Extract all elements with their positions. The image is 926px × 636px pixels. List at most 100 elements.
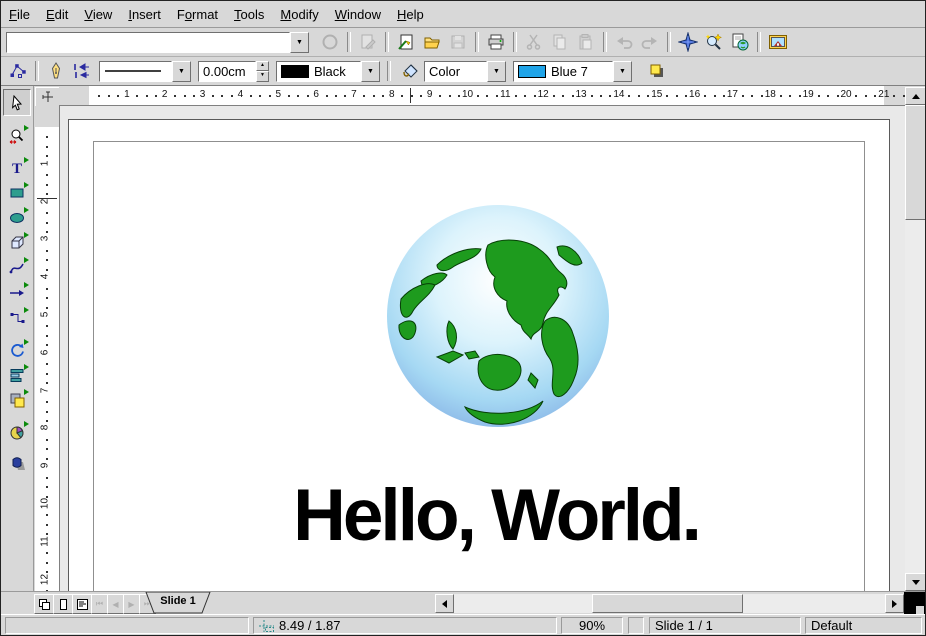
ruler-tick	[335, 95, 337, 97]
fill-type-dropdown-button[interactable]: ▼	[487, 61, 506, 82]
fill-color-label: Blue 7	[551, 64, 588, 79]
3d-objects-tool[interactable]	[4, 230, 30, 255]
hruler-number: 21	[876, 89, 892, 100]
line-color-dropdown-button[interactable]: ▼	[361, 61, 380, 82]
horizontal-scroll-thumb[interactable]	[592, 594, 743, 613]
new-document-icon[interactable]	[394, 30, 418, 54]
slide-canvas[interactable]: Hello, World.	[60, 106, 905, 592]
notes-view-button[interactable]	[53, 594, 73, 614]
navigator-icon[interactable]	[676, 30, 700, 54]
handout-view-button[interactable]	[72, 594, 92, 614]
select-tool[interactable]	[3, 89, 31, 116]
rotate-tool[interactable]	[4, 337, 30, 362]
undo-icon[interactable]	[612, 30, 636, 54]
ruler-tick	[600, 95, 602, 97]
print-icon[interactable]	[484, 30, 508, 54]
next-slide-button[interactable]: ▶	[123, 594, 140, 614]
save-icon[interactable]	[446, 30, 470, 54]
alignment-tool[interactable]	[4, 362, 30, 387]
area-bucket-icon[interactable]	[399, 59, 423, 83]
ruler-tick	[46, 174, 48, 176]
hruler-number: 20	[838, 89, 854, 100]
horizontal-ruler[interactable]: 123456789101112131415161718192021	[59, 86, 905, 106]
scroll-down-button[interactable]	[905, 573, 926, 591]
text-tool[interactable]: T	[4, 155, 30, 180]
scroll-left-button[interactable]	[435, 594, 454, 613]
fill-color-value[interactable]: Blue 7	[513, 61, 613, 82]
effects-tool[interactable]	[4, 451, 30, 476]
fill-type-value[interactable]: Color	[424, 61, 487, 82]
menu-item-help[interactable]: Help	[389, 3, 432, 26]
status-layout-field[interactable]: Default	[805, 617, 922, 634]
vertical-scroll-thumb[interactable]	[905, 105, 926, 220]
line-pen-icon[interactable]	[44, 59, 68, 83]
ellipse-tool[interactable]	[4, 205, 30, 230]
line-color-value[interactable]: Black	[276, 61, 361, 82]
copy-icon[interactable]	[548, 30, 572, 54]
ruler-tick	[751, 95, 753, 97]
line-style-value[interactable]	[99, 61, 172, 82]
line-style-dropdown-button[interactable]: ▼	[172, 61, 191, 82]
line-width-down-button[interactable]: ▼	[256, 71, 269, 82]
status-zoom-field[interactable]: 90%	[561, 617, 623, 634]
paste-icon[interactable]	[574, 30, 598, 54]
vertical-ruler[interactable]: 123456789101112	[35, 106, 60, 591]
stop-icon[interactable]	[318, 30, 342, 54]
window-resize-corner[interactable]	[904, 592, 925, 615]
connector-tool[interactable]	[4, 305, 30, 330]
ruler-tick	[46, 184, 48, 186]
status-position-field[interactable]: 8.49 / 1.87	[253, 617, 557, 634]
scroll-up-button[interactable]	[905, 87, 926, 105]
edit-points-icon[interactable]	[6, 59, 30, 83]
hruler-cursor-mark	[410, 88, 411, 103]
toolbar-separator	[35, 61, 39, 81]
zoom-icon[interactable]	[702, 30, 726, 54]
menu-item-edit[interactable]: Edit	[38, 3, 76, 26]
ruler-tick	[515, 95, 517, 97]
status-modified-field	[628, 617, 644, 634]
menu-item-insert[interactable]: Insert	[120, 3, 169, 26]
menu-item-file[interactable]: File	[1, 3, 38, 26]
vruler-number: 11	[40, 533, 51, 549]
ruler-tick	[46, 411, 48, 413]
menu-item-tools[interactable]: Tools	[226, 3, 272, 26]
edit-file-icon[interactable]	[356, 30, 380, 54]
gallery-icon[interactable]	[766, 30, 790, 54]
line-width-up-button[interactable]: ▲	[256, 61, 269, 72]
slide-title-text[interactable]: Hello, World.	[196, 479, 796, 552]
hyperlink-icon[interactable]	[728, 30, 752, 54]
fill-color-dropdown-button[interactable]: ▼	[613, 61, 632, 82]
shadow-icon[interactable]	[645, 59, 669, 83]
arrow-style-icon[interactable]	[70, 59, 94, 83]
first-slide-button[interactable]: ⏮	[91, 594, 108, 614]
menu-item-modify[interactable]: Modify	[272, 3, 326, 26]
open-icon[interactable]	[420, 30, 444, 54]
ruler-origin-button[interactable]	[35, 87, 61, 107]
ruler-tick	[439, 95, 441, 97]
lines-arrows-tool[interactable]	[4, 280, 30, 305]
ruler-tick	[723, 95, 725, 97]
ruler-tick	[46, 307, 48, 309]
tab-slide-1[interactable]: Slide 1	[145, 592, 211, 614]
menu-item-view[interactable]: View	[76, 3, 120, 26]
scroll-right-button[interactable]	[885, 594, 904, 613]
url-dropdown-button[interactable]: ▼	[290, 32, 309, 53]
vruler-cursor-mark	[37, 198, 57, 199]
ruler-tick	[307, 95, 309, 97]
rectangle-tool[interactable]	[4, 180, 30, 205]
cut-icon[interactable]	[522, 30, 546, 54]
redo-icon[interactable]	[638, 30, 662, 54]
menu-item-window[interactable]: Window	[327, 3, 389, 26]
line-width-value[interactable]: 0.00cm	[198, 61, 256, 82]
zoom-tool[interactable]	[4, 123, 30, 148]
curve-tool[interactable]	[4, 255, 30, 280]
insert-tool[interactable]	[4, 419, 30, 444]
url-input[interactable]	[6, 32, 290, 53]
vertical-scrollbar[interactable]	[905, 87, 926, 591]
previous-slide-button[interactable]: ◀	[107, 594, 124, 614]
globe-graphic[interactable]	[385, 203, 611, 429]
menu-item-format[interactable]: Format	[169, 3, 226, 26]
slide-view-button[interactable]	[34, 594, 54, 614]
horizontal-scrollbar[interactable]	[435, 594, 904, 613]
arrange-tool[interactable]	[4, 387, 30, 412]
